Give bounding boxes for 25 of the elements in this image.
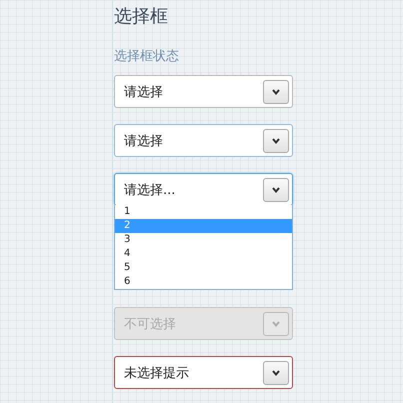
section-heading: 选择框状态 — [114, 48, 180, 66]
dropdown-button[interactable] — [263, 360, 289, 384]
select-value: 未选择提示 — [124, 364, 189, 382]
select-value: 请选择 — [124, 132, 163, 150]
dropdown-option[interactable]: 1 — [115, 205, 292, 219]
select-field[interactable]: 请选择... — [114, 173, 293, 206]
chevron-down-icon — [272, 138, 280, 144]
chevron-down-icon — [272, 370, 280, 376]
select-value: 不可选择 — [124, 316, 176, 332]
dropdown-button[interactable] — [263, 178, 289, 202]
page-title: 选择框 — [114, 6, 169, 28]
chevron-down-icon — [272, 88, 280, 94]
dropdown-option[interactable]: 3 — [115, 233, 292, 247]
dropdown-button[interactable] — [263, 80, 289, 104]
chevron-down-icon — [272, 320, 280, 326]
chevron-down-icon — [272, 186, 280, 192]
select-field[interactable]: 未选择提示 — [114, 356, 293, 389]
dropdown-button[interactable] — [263, 128, 289, 152]
dropdown-option[interactable]: 5 — [115, 261, 292, 275]
select-value: 请选择... — [124, 182, 176, 198]
select-field[interactable]: 请选择 — [114, 124, 293, 157]
select-field[interactable]: 请选择 — [114, 75, 293, 108]
dropdown-option[interactable]: 6 — [115, 275, 292, 289]
dropdown-option[interactable]: 4 — [115, 247, 292, 261]
select-value: 请选择 — [124, 84, 163, 100]
